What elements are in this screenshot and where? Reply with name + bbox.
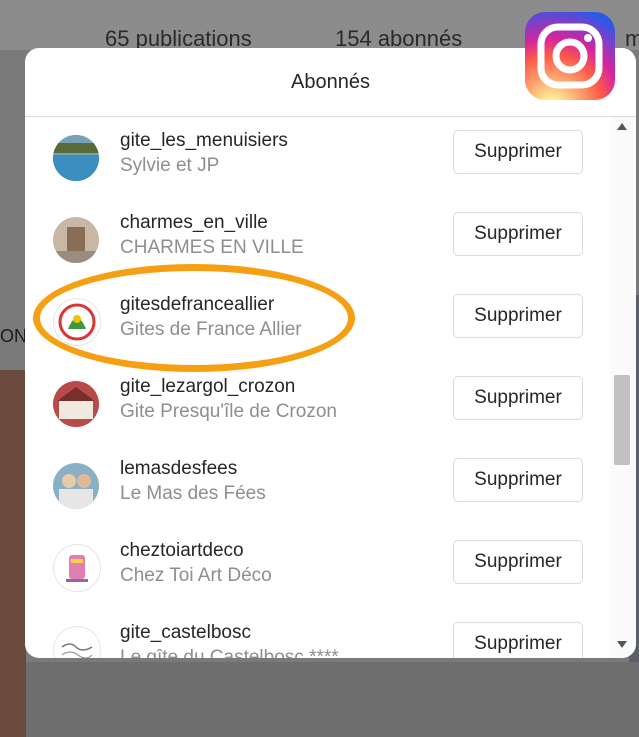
background-image-strip xyxy=(0,370,26,737)
people-photo-avatar[interactable] xyxy=(53,463,99,509)
remove-follower-button[interactable]: Supprimer xyxy=(453,376,583,420)
follower-names: gite_castelbosc Le gîte du Castelbosc **… xyxy=(120,621,339,658)
gites-de-france-logo-image xyxy=(58,303,96,341)
follower-names: lemasdesfees Le Mas des Fées xyxy=(120,457,266,507)
follower-fullname: Gite Presqu'île de Crozon xyxy=(120,401,337,422)
remove-follower-button[interactable]: Supprimer xyxy=(453,540,583,584)
remove-follower-button[interactable]: Supprimer xyxy=(453,622,583,658)
follower-username[interactable]: cheztoiartdeco xyxy=(120,539,272,563)
follower-fullname: Le Mas des Fées xyxy=(120,483,266,504)
pool-photo-avatar[interactable] xyxy=(53,135,99,181)
follower-fullname: Sylvie et JP xyxy=(120,155,220,176)
follower-names: gitesdefranceallier Gites de France Alli… xyxy=(120,293,302,343)
remove-follower-button[interactable]: Supprimer xyxy=(453,212,583,256)
followers-modal: Abonnés gite_les_menuisiers Sylvie et JP… xyxy=(25,48,636,658)
list-item: charmes_en_ville CHARMES EN VILLE Suppri… xyxy=(25,199,610,281)
art-deco-logo-avatar[interactable] xyxy=(53,544,101,592)
remove-follower-button[interactable]: Supprimer xyxy=(453,458,583,502)
castelbosc-logo-avatar[interactable] xyxy=(53,626,101,658)
follower-names: charmes_en_ville CHARMES EN VILLE xyxy=(120,211,304,261)
remove-follower-button[interactable]: Supprimer xyxy=(453,294,583,338)
instagram-camera-glyph xyxy=(537,23,603,89)
follower-username[interactable]: gite_castelbosc xyxy=(120,621,339,645)
followers-list[interactable]: gite_les_menuisiers Sylvie et JP Supprim… xyxy=(25,117,610,658)
follower-username[interactable]: gite_lezargol_crozon xyxy=(120,375,337,399)
remove-follower-button[interactable]: Supprimer xyxy=(453,130,583,174)
follower-username[interactable]: lemasdesfees xyxy=(120,457,266,481)
background-partial-label: ON xyxy=(0,326,27,346)
list-item: cheztoiartdeco Chez Toi Art Déco Supprim… xyxy=(25,527,610,609)
list-item: gitesdefranceallier Gites de France Alli… xyxy=(25,281,610,363)
pool-photo-avatar-image xyxy=(53,135,99,181)
house-photo-avatar[interactable] xyxy=(53,381,99,427)
list-scrollbar[interactable] xyxy=(610,117,636,658)
list-item: gite_les_menuisiers Sylvie et JP Supprim… xyxy=(25,117,610,199)
scroll-up-arrow-icon[interactable] xyxy=(617,123,627,130)
follower-username[interactable]: gitesdefranceallier xyxy=(120,293,302,317)
castelbosc-logo-image xyxy=(61,643,93,658)
people-photo-avatar-image xyxy=(53,463,99,509)
list-item: gite_castelbosc Le gîte du Castelbosc **… xyxy=(25,609,610,658)
scroll-down-arrow-icon[interactable] xyxy=(617,641,627,648)
follower-names: gite_lezargol_crozon Gite Presqu'île de … xyxy=(120,375,337,425)
follower-fullname: Gites de France Allier xyxy=(120,319,302,340)
modal-title: Abonnés xyxy=(291,70,370,93)
follower-fullname: Chez Toi Art Déco xyxy=(120,565,272,586)
list-item: gite_lezargol_crozon Gite Presqu'île de … xyxy=(25,363,610,445)
follower-username[interactable]: charmes_en_ville xyxy=(120,211,304,235)
house-photo-avatar-image xyxy=(53,217,99,263)
scroll-thumb[interactable] xyxy=(614,375,630,465)
follower-username[interactable]: gite_les_menuisiers xyxy=(120,129,288,153)
follower-fullname: Le gîte du Castelbosc **** xyxy=(120,647,339,658)
follower-names: gite_les_menuisiers Sylvie et JP xyxy=(120,129,288,179)
follower-names: cheztoiartdeco Chez Toi Art Déco xyxy=(120,539,272,589)
instagram-logo-icon xyxy=(525,12,615,100)
follower-fullname: CHARMES EN VILLE xyxy=(120,237,304,258)
house-photo-avatar[interactable] xyxy=(53,217,99,263)
art-deco-logo-image xyxy=(66,555,88,582)
list-item: lemasdesfees Le Mas des Fées Supprimer xyxy=(25,445,610,527)
gites-de-france-logo-avatar[interactable] xyxy=(53,298,101,346)
house-photo-avatar-image xyxy=(53,381,99,427)
